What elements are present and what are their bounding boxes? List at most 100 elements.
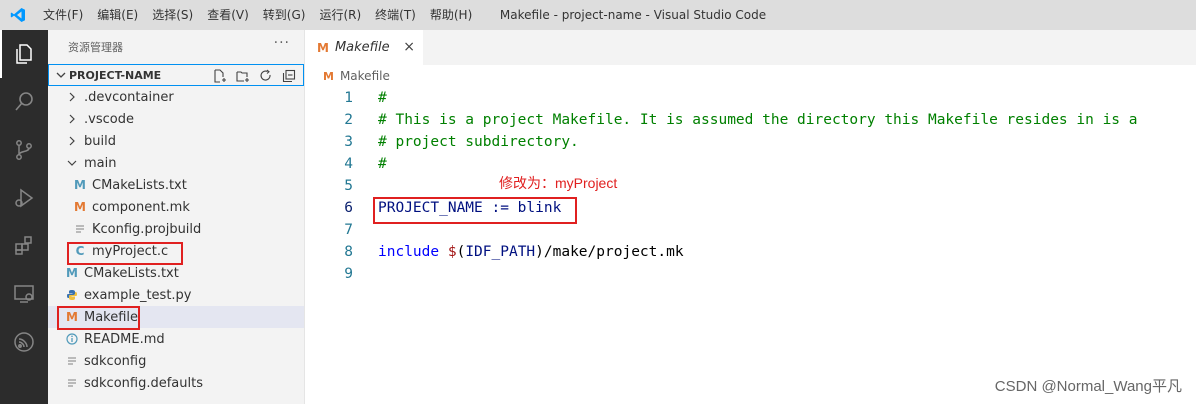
close-icon[interactable]: × — [403, 39, 415, 55]
line-number: 4 — [344, 156, 353, 172]
line-text: # — [378, 156, 387, 172]
editor-area: M Makefile × M Makefile 1 # 2 # This is … — [305, 30, 1196, 404]
python-file-icon — [64, 287, 80, 303]
chevron-down-icon — [64, 155, 80, 171]
code-line: 3 # project subdirectory. — [305, 131, 1196, 153]
makefile-icon: M — [74, 200, 86, 214]
menu-edit[interactable]: 编辑(E) — [90, 0, 145, 30]
highlight-box-makefile — [57, 306, 140, 330]
tree-item-label: component.mk — [92, 199, 190, 215]
tree-file-sdkconfig-defaults[interactable]: sdkconfig.defaults — [48, 372, 304, 394]
code-line: 5 — [305, 175, 1196, 197]
tree-file-sdkconfig[interactable]: sdkconfig — [48, 350, 304, 372]
line-text: # — [378, 90, 387, 106]
source-control-icon[interactable] — [0, 126, 48, 174]
tree-file-kconfig[interactable]: Kconfig.projbuild — [48, 218, 304, 240]
tree-folder-build[interactable]: build — [48, 130, 304, 152]
cmake-file-icon: M — [74, 178, 86, 192]
line-text — [353, 175, 378, 197]
code-editor[interactable]: 1 # 2 # This is a project Makefile. It i… — [305, 87, 1196, 285]
code-line: 1 # — [305, 87, 1196, 109]
menu-terminal[interactable]: 终端(T) — [368, 0, 423, 30]
tree-item-label: README.md — [84, 331, 165, 347]
code-line: 8 include $(IDF_PATH)/make/project.mk — [305, 241, 1196, 263]
tree-folder-main[interactable]: main — [48, 152, 304, 174]
tree-item-label: Kconfig.projbuild — [92, 221, 202, 237]
menu-selection[interactable]: 选择(S) — [145, 0, 200, 30]
makefile-icon: M — [323, 69, 334, 83]
line-text: # project subdirectory. — [378, 134, 579, 150]
explorer-header: 资源管理器 ··· — [48, 30, 304, 64]
tab-label: Makefile — [334, 40, 390, 55]
info-icon — [64, 331, 80, 347]
explorer-sidebar: 资源管理器 ··· PROJECT-NAME .devcontainer .vs… — [48, 30, 305, 404]
search-icon[interactable] — [0, 78, 48, 126]
highlight-box-myproject — [67, 242, 183, 265]
new-file-icon[interactable] — [211, 67, 228, 84]
tab-makefile[interactable]: M Makefile × — [305, 30, 423, 65]
menu-view[interactable]: 查看(V) — [200, 0, 256, 30]
cmake-file-icon: M — [66, 266, 78, 280]
line-text: # This is a project Makefile. It is assu… — [378, 112, 1138, 128]
explorer-icon[interactable] — [0, 30, 48, 78]
watermark: CSDN @Normal_Wang平凡 — [994, 378, 1182, 395]
tree-file-example-test[interactable]: example_test.py — [48, 284, 304, 306]
menu-run[interactable]: 运行(R) — [312, 0, 368, 30]
vscode-logo-icon — [0, 0, 36, 30]
tree-item-label: CMakeLists.txt — [84, 265, 179, 281]
text-file-icon — [72, 221, 88, 237]
project-name: PROJECT-NAME — [69, 68, 162, 82]
tree-item-label: main — [84, 155, 117, 171]
tree-item-label: example_test.py — [84, 287, 192, 303]
esp-idf-icon[interactable] — [0, 318, 48, 366]
line-number: 8 — [344, 244, 353, 260]
file-tree: .devcontainer .vscode build main M CMake… — [48, 86, 304, 394]
makefile-icon: M — [317, 40, 329, 55]
line-number: 1 — [344, 90, 353, 106]
tree-folder-vscode[interactable]: .vscode — [48, 108, 304, 130]
tree-item-label: CMakeLists.txt — [92, 177, 187, 193]
menu-bar: 文件(F) 编辑(E) 选择(S) 查看(V) 转到(G) 运行(R) 终端(T… — [36, 0, 479, 30]
menu-help[interactable]: 帮助(H) — [423, 0, 479, 30]
text-file-icon — [64, 353, 80, 369]
menu-file[interactable]: 文件(F) — [36, 0, 90, 30]
line-number: 7 — [344, 222, 353, 238]
refresh-icon[interactable] — [257, 67, 274, 84]
more-actions-icon[interactable]: ··· — [274, 35, 290, 51]
run-debug-icon[interactable] — [0, 174, 48, 222]
tree-file-component-mk[interactable]: M component.mk — [48, 196, 304, 218]
remote-explorer-icon[interactable] — [0, 270, 48, 318]
line-number: 5 — [344, 178, 353, 194]
chevron-right-icon — [64, 111, 80, 127]
breadcrumb-item[interactable]: Makefile — [340, 69, 390, 83]
line-number: 9 — [344, 266, 353, 282]
line-number: 2 — [344, 112, 353, 128]
explorer-title: 资源管理器 — [68, 41, 123, 54]
text-file-icon — [64, 375, 80, 391]
tree-item-label: build — [84, 133, 116, 149]
tree-file-readme[interactable]: README.md — [48, 328, 304, 350]
project-folder-header[interactable]: PROJECT-NAME — [48, 64, 304, 86]
extensions-icon[interactable] — [0, 222, 48, 270]
line-number: 6 — [344, 200, 353, 216]
line-number: 3 — [344, 134, 353, 150]
breadcrumb: M Makefile — [305, 65, 1196, 87]
tab-bar: M Makefile × — [305, 30, 1196, 65]
code-line: 4 # — [305, 153, 1196, 175]
code-line: 2 # This is a project Makefile. It is as… — [305, 109, 1196, 131]
tree-item-label: sdkconfig — [84, 353, 147, 369]
line-text: include $(IDF_PATH)/make/project.mk — [378, 244, 684, 260]
collapse-all-icon[interactable] — [280, 67, 297, 84]
tree-file-cmakelists[interactable]: M CMakeLists.txt — [48, 262, 304, 284]
chevron-right-icon — [64, 89, 80, 105]
tree-folder-devcontainer[interactable]: .devcontainer — [48, 86, 304, 108]
tree-item-label: sdkconfig.defaults — [84, 375, 203, 391]
activity-bar — [0, 30, 48, 404]
new-folder-icon[interactable] — [234, 67, 251, 84]
annotation-text: 修改为：myProject — [499, 175, 618, 191]
menu-go[interactable]: 转到(G) — [256, 0, 313, 30]
highlight-box-project-name — [373, 197, 577, 224]
code-line: 9 — [305, 263, 1196, 285]
tree-file-main-cmakelists[interactable]: M CMakeLists.txt — [48, 174, 304, 196]
line-text — [353, 263, 378, 285]
